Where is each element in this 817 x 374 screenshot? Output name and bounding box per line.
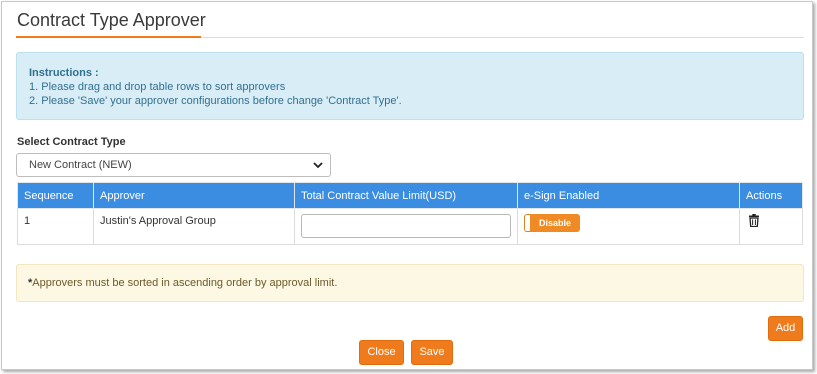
add-button[interactable]: Add: [768, 316, 803, 341]
sort-warning-note: *Approvers must be sorted in ascending o…: [16, 264, 804, 302]
header-limit: Total Contract Value Limit(USD): [294, 182, 518, 209]
instruction-line-2: 2. Please 'Save' your approver configura…: [29, 95, 402, 107]
instruction-line-1: 1. Please drag and drop table rows to so…: [29, 81, 286, 93]
header-sequence: Sequence: [17, 182, 94, 209]
table-row[interactable]: 1 Justin's Approval Group Disable: [17, 208, 803, 245]
cell-approver: Justin's Approval Group: [93, 208, 295, 245]
limit-input[interactable]: [301, 214, 511, 238]
dialog-window: Contract Type Approver Instructions : 1.…: [1, 1, 813, 370]
header-esign: e-Sign Enabled: [517, 182, 740, 209]
cell-sequence: 1: [17, 208, 94, 245]
title-underline: [16, 36, 201, 38]
contract-type-select[interactable]: New Contract (NEW): [16, 153, 331, 177]
esign-toggle[interactable]: Disable: [524, 214, 581, 232]
cell-limit: [294, 208, 518, 245]
save-button[interactable]: Save: [411, 340, 453, 365]
note-text: Approvers must be sorted in ascending or…: [32, 277, 338, 289]
instructions-panel: Instructions : 1. Please drag and drop t…: [16, 52, 804, 120]
cell-actions: [739, 208, 803, 245]
header-approver: Approver: [93, 182, 295, 209]
trash-icon[interactable]: [748, 214, 760, 227]
table-header-row: Sequence Approver Total Contract Value L…: [17, 182, 803, 209]
close-button[interactable]: Close: [359, 340, 404, 365]
contract-type-label: Select Contract Type: [17, 136, 126, 148]
contract-type-selected-value: New Contract (NEW): [29, 159, 132, 171]
esign-toggle-label: Disable: [530, 214, 581, 232]
dialog-title: Contract Type Approver: [17, 10, 206, 30]
header-actions: Actions: [739, 182, 803, 209]
chevron-down-icon: [313, 162, 323, 169]
instructions-title: Instructions :: [29, 67, 99, 79]
cell-esign: Disable: [517, 208, 740, 245]
dialog-header: Contract Type Approver: [16, 10, 804, 38]
approvers-table: Sequence Approver Total Contract Value L…: [17, 182, 803, 245]
